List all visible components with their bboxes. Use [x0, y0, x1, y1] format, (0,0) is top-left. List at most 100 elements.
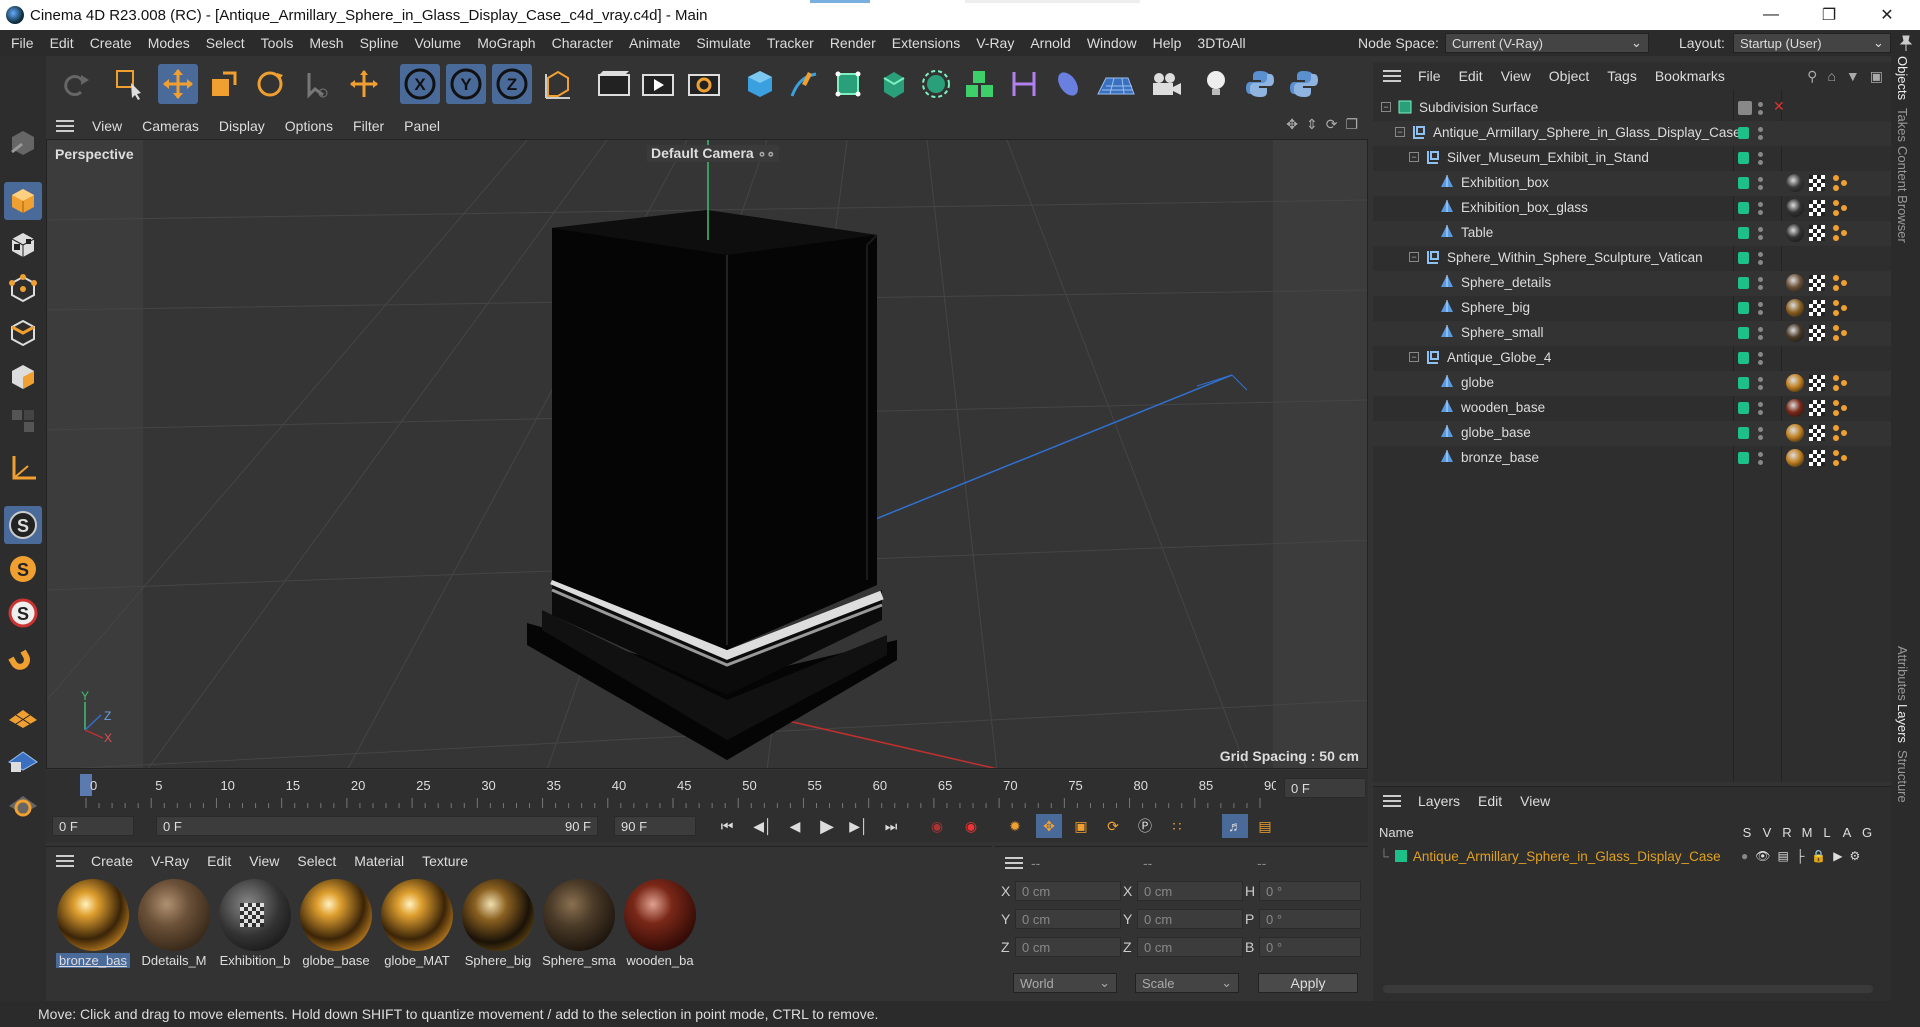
snap-settings-icon[interactable] [4, 784, 42, 822]
material-menu-texture[interactable]: Texture [413, 853, 477, 869]
previous-key-icon[interactable]: ◀│ [750, 814, 776, 838]
python-generator-icon[interactable] [1284, 64, 1324, 104]
material-tag-icon[interactable] [1786, 374, 1804, 392]
go-to-end-icon[interactable]: ⏭ [878, 814, 904, 838]
object-row[interactable]: Sphere_details [1373, 271, 1891, 296]
hamburger-icon[interactable] [56, 119, 74, 132]
end-frame-field[interactable]: 90 F [614, 816, 696, 836]
object-name[interactable]: Silver_Museum_Exhibit_in_Stand [1447, 150, 1649, 165]
menu-file[interactable]: File [3, 35, 42, 51]
object-menu-bookmarks[interactable]: Bookmarks [1646, 68, 1734, 84]
new-view-icon[interactable]: ▣ [1870, 68, 1883, 85]
visibility-dots-icon[interactable] [1758, 300, 1764, 316]
redo-icon[interactable] [56, 64, 96, 104]
move-tool-icon[interactable] [158, 64, 198, 104]
layout-dropdown[interactable]: Startup (User) ⌄ [1732, 33, 1891, 53]
visibility-dots-icon[interactable] [1758, 375, 1764, 391]
material-tag-icon[interactable] [1786, 449, 1804, 467]
object-row[interactable]: − Antique_Globe_4 [1373, 346, 1891, 371]
layer-color-icon[interactable] [1738, 352, 1749, 364]
vray-tag-icon[interactable] [1831, 274, 1849, 292]
layer-color-icon[interactable] [1738, 277, 1749, 289]
tab-takes[interactable]: Takes [1895, 108, 1910, 142]
layer-flag-header[interactable]: G [1857, 825, 1877, 840]
locked-workplane-icon[interactable] [4, 740, 42, 778]
menu-edit[interactable]: Edit [42, 35, 82, 51]
material-swatch[interactable]: wooden_ba [623, 879, 697, 971]
solo-mode-icon[interactable]: S [4, 506, 42, 544]
menu-spline[interactable]: Spline [352, 35, 407, 51]
rotate-view-icon[interactable]: ⟳ [1326, 116, 1338, 133]
layer-color-icon[interactable] [1738, 177, 1749, 189]
object-name[interactable]: Table [1461, 225, 1493, 240]
cloner-icon[interactable] [916, 64, 956, 104]
menu-render[interactable]: Render [822, 35, 884, 51]
transform-tool-icon[interactable] [344, 64, 384, 104]
manager-icon[interactable]: ├ [1796, 849, 1805, 863]
material-tag-icon[interactable] [1786, 399, 1804, 417]
object-name[interactable]: globe_base [1461, 425, 1531, 440]
maximize-view-icon[interactable]: ❐ [1345, 116, 1358, 133]
home-icon[interactable]: ⌂ [1827, 68, 1835, 85]
material-menu-select[interactable]: Select [288, 853, 345, 869]
collapse-toggle-icon[interactable]: − [1409, 352, 1419, 362]
vray-tag-icon[interactable] [1831, 399, 1849, 417]
record-active-icon[interactable]: ◉ [924, 814, 950, 838]
recent-tools-icon[interactable] [296, 64, 336, 104]
material-swatch[interactable]: Ddetails_M [137, 879, 211, 971]
viewport-menu-filter[interactable]: Filter [343, 118, 394, 134]
vray-tag-icon[interactable] [1831, 324, 1849, 342]
texture-tag-icon[interactable] [1809, 200, 1825, 216]
texture-tag-icon[interactable] [1809, 450, 1825, 466]
play-icon[interactable]: ▶ [814, 814, 840, 838]
frame-range-slider[interactable]: 0 F 90 F [156, 816, 598, 836]
tab-content-browser[interactable]: Content Browser [1895, 146, 1910, 243]
model-mode-icon[interactable] [4, 182, 42, 220]
object-name[interactable]: Exhibition_box_glass [1461, 200, 1588, 215]
material-menu-view[interactable]: View [240, 853, 288, 869]
menu-simulate[interactable]: Simulate [688, 35, 758, 51]
material-name[interactable]: Sphere_big [461, 953, 535, 968]
material-tag-icon[interactable] [1786, 424, 1804, 442]
layer-color-icon[interactable] [1738, 377, 1749, 389]
restore-icon[interactable]: ❐ [1806, 0, 1852, 30]
go-to-start-icon[interactable]: ⏮ [714, 814, 740, 838]
horizontal-scrollbar[interactable] [1383, 985, 1873, 993]
object-row[interactable]: − Sphere_Within_Sphere_Sculpture_Vatican [1373, 246, 1891, 271]
rotation-field[interactable]: 0 ° [1259, 937, 1361, 957]
pan-view-icon[interactable]: ✥ [1286, 116, 1298, 133]
object-row[interactable]: − Subdivision Surface ✕ [1373, 96, 1891, 121]
key-position-icon[interactable]: ✥ [1036, 814, 1062, 838]
menu-tracker[interactable]: Tracker [759, 35, 822, 51]
texture-tag-icon[interactable] [1809, 375, 1825, 391]
minimize-icon[interactable]: — [1748, 0, 1794, 30]
vray-tag-icon[interactable] [1831, 374, 1849, 392]
axis-mode-icon[interactable] [4, 448, 42, 486]
dolly-view-icon[interactable]: ⇕ [1306, 116, 1318, 133]
vray-tag-icon[interactable] [1831, 224, 1849, 242]
material-swatch[interactable]: globe_base [299, 879, 373, 971]
menu-select[interactable]: Select [198, 35, 253, 51]
light-icon[interactable] [1196, 64, 1236, 104]
visibility-dots-icon[interactable] [1758, 175, 1764, 191]
visibility-dots-icon[interactable] [1758, 425, 1764, 441]
object-menu-file[interactable]: File [1409, 68, 1450, 84]
eye-icon[interactable]: 👁 [1755, 849, 1770, 863]
key-scale-icon[interactable]: ▣ [1068, 814, 1094, 838]
node-space-dropdown[interactable]: Current (V-Ray) ⌄ [1444, 33, 1649, 53]
z-axis-lock-icon[interactable]: Z [492, 64, 532, 104]
visibility-dots-icon[interactable] [1758, 450, 1764, 466]
pen-spline-icon[interactable] [784, 64, 824, 104]
solo-dot-icon[interactable]: ● [1741, 849, 1748, 863]
collapse-toggle-icon[interactable]: − [1409, 152, 1419, 162]
object-name[interactable]: wooden_base [1461, 400, 1545, 415]
polygons-mode-icon[interactable] [4, 358, 42, 396]
python-script-icon[interactable] [1240, 64, 1280, 104]
viewport-menu-panel[interactable]: Panel [394, 118, 450, 134]
texture-tag-icon[interactable] [1809, 275, 1825, 291]
menu-v-ray[interactable]: V-Ray [968, 35, 1022, 51]
hamburger-icon[interactable] [1383, 795, 1401, 807]
hamburger-icon[interactable] [56, 855, 74, 867]
x-axis-lock-icon[interactable]: X [400, 64, 440, 104]
object-menu-tags[interactable]: Tags [1598, 68, 1646, 84]
